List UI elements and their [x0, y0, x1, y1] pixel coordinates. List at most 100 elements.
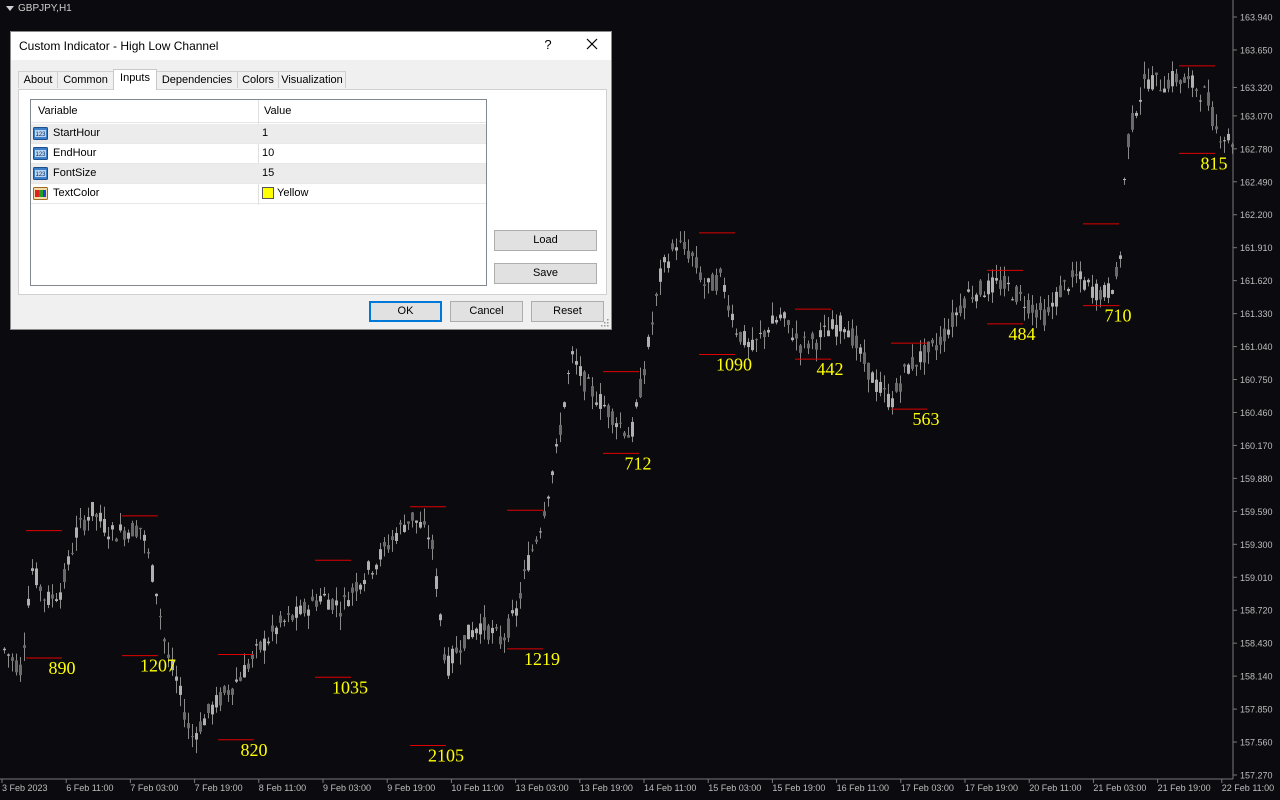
- candle-body: [711, 274, 714, 291]
- candle-body: [999, 280, 1002, 289]
- candle-body: [327, 599, 330, 610]
- candle-body: [567, 372, 570, 374]
- candle-body: [931, 340, 934, 344]
- candle-body: [783, 312, 786, 319]
- time-tick-label: 15 Feb 19:00: [772, 783, 825, 793]
- close-icon[interactable]: [583, 35, 601, 53]
- candle-body: [199, 721, 202, 732]
- candle-body: [1215, 126, 1218, 130]
- symbol-text: GBPJPY,H1: [18, 3, 72, 14]
- candle-body: [1147, 79, 1150, 89]
- inputs-grid[interactable]: Variable Value 123 StartHour 1 123 EndHo…: [30, 99, 487, 286]
- candle-body: [75, 527, 78, 538]
- candle-body: [555, 444, 558, 447]
- price-tick-label: 158.430: [1240, 639, 1273, 649]
- candle-body: [579, 366, 582, 376]
- candle-body: [811, 333, 814, 340]
- save-button[interactable]: Save: [494, 263, 597, 284]
- candle-body: [591, 386, 594, 397]
- candle-body: [703, 284, 706, 286]
- reset-button[interactable]: Reset: [531, 301, 604, 322]
- candle-body: [519, 593, 522, 599]
- candle-body: [975, 294, 978, 302]
- candle-body: [507, 618, 510, 638]
- price-tick-label: 157.560: [1240, 738, 1273, 748]
- candle-body: [787, 320, 790, 325]
- input-row-endhour[interactable]: 123 EndHour 10: [31, 144, 486, 164]
- column-variable[interactable]: Variable: [38, 105, 78, 117]
- candle-body: [239, 677, 242, 681]
- candle-body: [227, 690, 230, 695]
- candle-body: [31, 568, 34, 571]
- candle-body: [891, 398, 894, 408]
- candle-body: [379, 549, 382, 560]
- candle-body: [683, 241, 686, 250]
- ok-button[interactable]: OK: [369, 301, 442, 322]
- color-swatch[interactable]: [262, 187, 274, 199]
- candle-body: [155, 593, 158, 597]
- candle-body: [947, 329, 950, 335]
- candle-body: [475, 628, 478, 634]
- tab-common[interactable]: Common: [57, 71, 114, 88]
- candle-body: [991, 277, 994, 293]
- candle-body: [1003, 276, 1006, 289]
- tab-colors[interactable]: Colors: [237, 71, 279, 88]
- time-tick-label: 15 Feb 03:00: [708, 783, 761, 793]
- candle-body: [887, 393, 890, 408]
- input-row-textcolor[interactable]: TextColor Yellow: [31, 184, 486, 204]
- column-value[interactable]: Value: [264, 105, 291, 117]
- range-label: 820: [241, 740, 268, 760]
- cancel-button[interactable]: Cancel: [450, 301, 523, 322]
- candle-body: [235, 679, 238, 682]
- candle-body: [963, 298, 966, 309]
- candle-body: [675, 247, 678, 251]
- input-row-starthour[interactable]: 123 StartHour 1: [31, 124, 486, 144]
- price-axis: 163.940 163.650 163.320 163.070 162.780 162.4…: [1233, 13, 1273, 781]
- range-label: 815: [1201, 153, 1228, 173]
- input-row-fontsize[interactable]: 123 FontSize 15: [31, 164, 486, 184]
- candle-body: [719, 268, 722, 273]
- help-button[interactable]: ?: [541, 37, 555, 52]
- candle-body: [903, 364, 906, 367]
- tab-about[interactable]: About: [18, 71, 58, 88]
- load-button[interactable]: Load: [494, 230, 597, 251]
- candle-body: [91, 502, 94, 517]
- time-tick-label: 7 Feb 03:00: [130, 783, 178, 793]
- dialog-titlebar[interactable]: Custom Indicator - High Low Channel ?: [11, 32, 611, 60]
- candle-body: [159, 615, 162, 618]
- tab-inputs[interactable]: Inputs: [113, 69, 157, 90]
- tab-visualization[interactable]: Visualization: [278, 71, 346, 88]
- candle-body: [775, 319, 778, 323]
- price-tick-label: 162.200: [1240, 210, 1273, 220]
- number-icon: 123: [33, 147, 48, 160]
- candle-body: [271, 625, 274, 632]
- candle-body: [771, 315, 774, 324]
- candle-body: [1019, 291, 1022, 294]
- input-value[interactable]: 10: [262, 147, 274, 159]
- candle-body: [315, 600, 318, 607]
- candle-body: [1199, 100, 1202, 102]
- candle-body: [667, 261, 670, 269]
- candle-body: [607, 405, 610, 418]
- candle-body: [1079, 271, 1082, 280]
- candle-body: [1187, 76, 1190, 80]
- candle-body: [347, 600, 350, 607]
- input-value[interactable]: Yellow: [277, 187, 308, 199]
- input-value[interactable]: 1: [262, 127, 268, 139]
- input-value[interactable]: 15: [262, 167, 274, 179]
- dropdown-triangle-icon[interactable]: [6, 5, 14, 11]
- time-tick-label: 13 Feb 03:00: [516, 783, 569, 793]
- candle-body: [803, 336, 806, 338]
- tab-dependencies[interactable]: Dependencies: [156, 71, 238, 88]
- resize-grip-icon[interactable]: [601, 319, 609, 327]
- candle-body: [611, 411, 614, 425]
- candle-body: [15, 660, 18, 673]
- color-icon: [33, 187, 48, 200]
- candle-body: [467, 624, 470, 640]
- candle-body: [1015, 286, 1018, 302]
- candle-body: [659, 268, 662, 282]
- candle-body: [131, 523, 134, 537]
- candle-body: [707, 278, 710, 283]
- price-tick-label: 159.590: [1240, 507, 1273, 517]
- candle-body: [343, 595, 346, 598]
